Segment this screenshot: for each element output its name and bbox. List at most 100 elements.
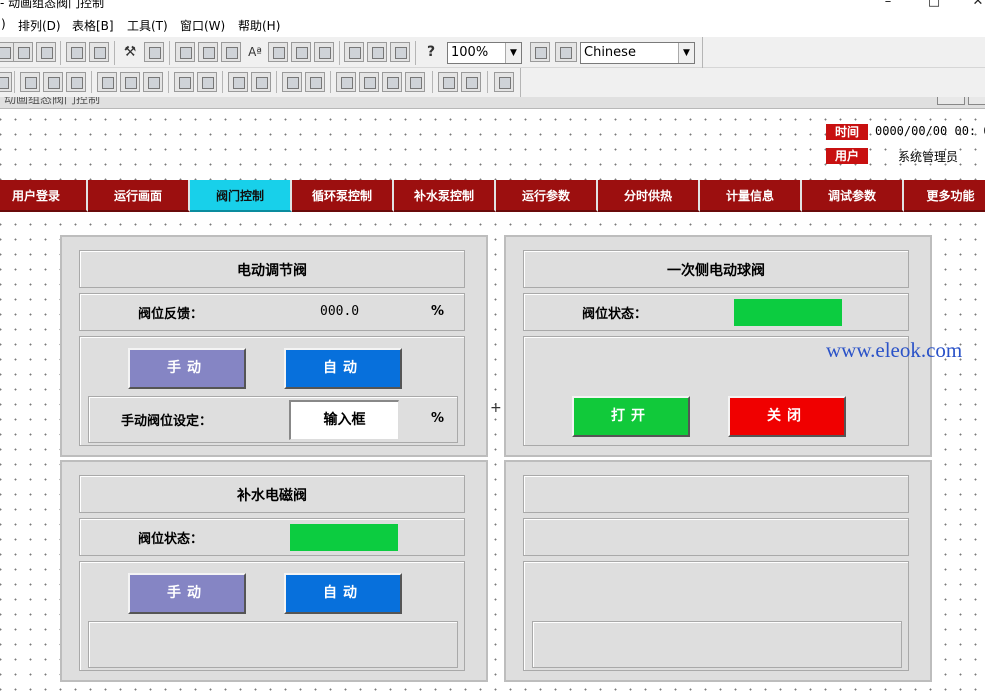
zoom-value: 100% bbox=[451, 45, 489, 60]
tab-run-params[interactable]: 运行参数 bbox=[496, 180, 598, 212]
electric-valve-title: 电动调节阀 bbox=[237, 263, 307, 279]
flip-h-icon[interactable] bbox=[228, 72, 248, 92]
time-value: 0000/00/00 00: 0 bbox=[875, 124, 985, 138]
solenoid-auto-button[interactable]: 自动 bbox=[284, 573, 402, 614]
line-style-icon[interactable] bbox=[268, 42, 288, 62]
minimize-button[interactable]: – bbox=[878, 0, 898, 10]
open-button[interactable]: 打开 bbox=[572, 396, 690, 437]
paste-icon[interactable] bbox=[36, 42, 56, 62]
feedback-value: 000.0 bbox=[320, 304, 360, 319]
align-horizontal-icon[interactable] bbox=[66, 72, 86, 92]
lock-icon[interactable] bbox=[438, 72, 458, 92]
menu-item-arrange[interactable]: 排列(D) bbox=[18, 17, 61, 34]
toolbar-layout bbox=[0, 68, 985, 97]
grid-icon[interactable] bbox=[314, 42, 334, 62]
title-bar: - 动画组态阀门控制 – □ ✕ bbox=[0, 0, 985, 14]
help-cursor-icon[interactable]: ? bbox=[420, 41, 442, 63]
empty-title-box bbox=[523, 475, 909, 513]
tab-user-login[interactable]: 用户登录 bbox=[0, 180, 88, 212]
zoom-select[interactable]: 100% ▼ bbox=[447, 42, 522, 64]
undo-icon[interactable] bbox=[66, 42, 86, 62]
solenoid-valve-title-box: 补水电磁阀 bbox=[79, 475, 465, 513]
chevron-down-icon: ▼ bbox=[678, 43, 694, 63]
electric-valve-panel: 电动调节阀 阀位反馈： 000.0 % 手动 自动 手动阀位设定： 输入框 % bbox=[60, 235, 488, 457]
solenoid-manual-button[interactable]: 手动 bbox=[128, 573, 246, 614]
language-value: Chinese bbox=[584, 45, 636, 60]
blank-toggle-icon[interactable] bbox=[555, 42, 577, 62]
menu-item-help[interactable]: 帮助(H) bbox=[238, 17, 280, 34]
properties-icon[interactable] bbox=[344, 42, 364, 62]
align-icon[interactable] bbox=[144, 42, 164, 62]
solenoid-valve-title: 补水电磁阀 bbox=[237, 488, 307, 504]
auto-button[interactable]: 自动 bbox=[284, 348, 402, 389]
solenoid-status-indicator bbox=[290, 524, 398, 551]
tab-makeup-pump[interactable]: 补水泵控制 bbox=[394, 180, 496, 212]
electric-valve-control-box: 手动 自动 手动阀位设定： 输入框 % bbox=[79, 336, 465, 446]
distribute-icon[interactable] bbox=[97, 72, 117, 92]
feedback-label: 阀位反馈： bbox=[138, 307, 204, 322]
manual-button[interactable]: 手动 bbox=[128, 348, 246, 389]
tab-valve-control[interactable]: 阀门控制 bbox=[190, 180, 292, 212]
empty-control-box bbox=[523, 561, 909, 671]
nav-bar: 用户登录 运行画面 阀门控制 循环泵控制 补水泵控制 运行参数 分时供热 计量信… bbox=[0, 180, 985, 212]
tab-run-screen[interactable]: 运行画面 bbox=[88, 180, 190, 212]
language-select[interactable]: Chinese ▼ bbox=[580, 42, 695, 64]
tab-time-heating[interactable]: 分时供热 bbox=[598, 180, 700, 212]
ungroup-icon[interactable] bbox=[305, 72, 325, 92]
distribute-h-icon[interactable] bbox=[120, 72, 140, 92]
empty-panel bbox=[504, 460, 932, 682]
distribute-v-icon[interactable] bbox=[143, 72, 163, 92]
child-restore-button[interactable] bbox=[968, 97, 985, 105]
toolbar-main: ⚒ Aª ? 100% ▼ Chinese ▼ bbox=[0, 37, 985, 68]
solenoid-empty-box bbox=[88, 621, 458, 668]
watermark: www.eleok.com bbox=[826, 338, 963, 362]
send-back-icon[interactable] bbox=[359, 72, 379, 92]
tab-more-functions[interactable]: 更多功能 bbox=[904, 180, 985, 212]
menu-item-tools[interactable]: 工具(T) bbox=[127, 17, 168, 34]
time-label: 时间 bbox=[826, 124, 868, 140]
feedback-box: 阀位反馈： 000.0 % bbox=[79, 293, 465, 331]
menu-item-window[interactable]: 窗口(W) bbox=[180, 17, 225, 34]
redo-icon[interactable] bbox=[89, 42, 109, 62]
align-left-icon[interactable] bbox=[0, 72, 12, 92]
rotate-left-icon[interactable] bbox=[174, 72, 194, 92]
tab-circulation-pump[interactable]: 循环泵控制 bbox=[292, 180, 394, 212]
setpoint-input[interactable]: 输入框 bbox=[289, 400, 399, 440]
font-icon[interactable]: Aª bbox=[244, 41, 266, 63]
fill-color-icon[interactable] bbox=[175, 42, 195, 62]
grid-snap-icon[interactable] bbox=[494, 72, 514, 92]
ball-valve-status-label: 阀位状态： bbox=[582, 307, 648, 322]
child-window-title-text: 动画组态阀门控制 bbox=[4, 97, 101, 106]
user-value: 系统管理员 bbox=[898, 150, 959, 164]
flip-v-icon[interactable] bbox=[251, 72, 271, 92]
center-icon[interactable] bbox=[20, 72, 40, 92]
solenoid-valve-panel: 补水电磁阀 阀位状态： 手动 自动 bbox=[60, 460, 488, 682]
tab-metering-info[interactable]: 计量信息 bbox=[700, 180, 802, 212]
group-icon[interactable] bbox=[282, 72, 302, 92]
align-vertical-icon[interactable] bbox=[43, 72, 63, 92]
bring-front-icon[interactable] bbox=[336, 72, 356, 92]
forward-icon[interactable] bbox=[382, 72, 402, 92]
crosshair-icon: + bbox=[490, 400, 502, 416]
tools-icon[interactable]: ⚒ bbox=[119, 41, 141, 63]
tab-debug-params[interactable]: 调试参数 bbox=[802, 180, 904, 212]
menu-item-table[interactable]: 表格[B] bbox=[72, 17, 114, 34]
menu-item-edit-tail[interactable]: ) bbox=[1, 17, 6, 31]
copy-icon[interactable] bbox=[13, 42, 33, 62]
electric-valve-title-box: 电动调节阀 bbox=[79, 250, 465, 288]
line-color-icon[interactable] bbox=[198, 42, 218, 62]
text-color-icon[interactable] bbox=[221, 42, 241, 62]
cut-icon[interactable] bbox=[0, 42, 14, 62]
close-button[interactable]: 关闭 bbox=[728, 396, 846, 437]
backward-icon[interactable] bbox=[405, 72, 425, 92]
child-minimize-button[interactable] bbox=[937, 97, 965, 105]
menu-bar: ) 排列(D) 表格[B] 工具(T) 窗口(W) 帮助(H) bbox=[0, 14, 985, 36]
language-icon[interactable] bbox=[530, 42, 550, 62]
maximize-button[interactable]: □ bbox=[924, 0, 944, 10]
pen-icon[interactable] bbox=[461, 72, 481, 92]
check-icon[interactable] bbox=[367, 42, 387, 62]
close-window-button[interactable]: ✕ bbox=[968, 0, 985, 10]
rotate-right-icon[interactable] bbox=[197, 72, 217, 92]
line-width-icon[interactable] bbox=[291, 42, 311, 62]
list-icon[interactable] bbox=[390, 42, 410, 62]
